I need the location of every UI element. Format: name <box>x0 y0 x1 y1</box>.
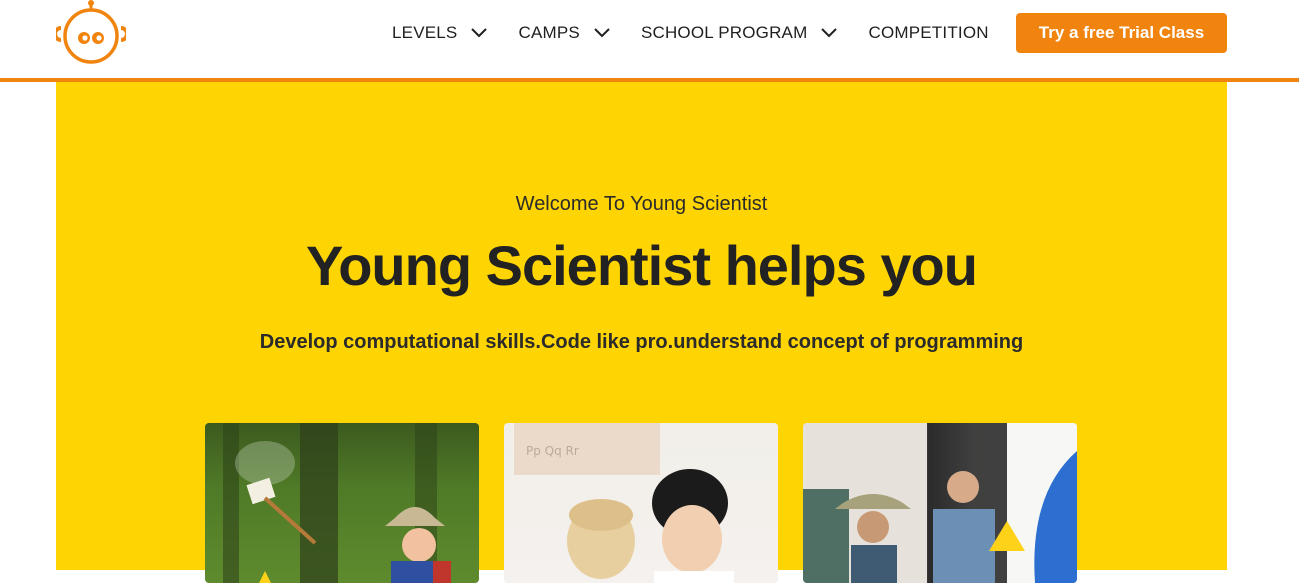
nav-label: COMPETITION <box>868 23 989 42</box>
hero-section: Welcome To Young Scientist Young Scienti… <box>56 82 1227 583</box>
chevron-down-icon <box>821 28 838 38</box>
kids-studying-photo[interactable]: Pp Qq Rr <box>504 423 778 583</box>
chevron-down-icon <box>594 28 610 38</box>
nav-label: CAMPS <box>518 23 580 42</box>
hero-headline: Young Scientist helps you <box>306 234 978 297</box>
nav-item-camps[interactable]: CAMPS <box>518 23 610 43</box>
hero-subline: Develop computational skills.Code like p… <box>259 331 1024 353</box>
chevron-down-icon <box>471 28 488 38</box>
free-trial-button[interactable]: Try a free Trial Class <box>1016 13 1227 53</box>
nav-item-school-program[interactable]: SCHOOL PROGRAM <box>641 23 838 43</box>
hero-eyebrow: Welcome To Young Scientist <box>515 193 768 215</box>
site-header: LEVELS CAMPS SCHOOL PROGRAM COMPETITION … <box>0 0 1299 78</box>
nav-label: SCHOOL PROGRAM <box>640 23 808 42</box>
svg-text:Pp Qq Rr: Pp Qq Rr <box>526 444 579 458</box>
father-son-tent-photo[interactable] <box>803 423 1077 583</box>
main-nav: LEVELS CAMPS SCHOOL PROGRAM COMPETITION <box>392 20 1020 46</box>
forest-campfire-photo[interactable] <box>205 423 479 583</box>
nav-item-levels[interactable]: LEVELS <box>392 23 488 43</box>
nav-item-competition[interactable]: COMPETITION <box>868 23 988 43</box>
nav-label: LEVELS <box>392 23 458 42</box>
robot-logo-icon[interactable] <box>53 0 129 64</box>
